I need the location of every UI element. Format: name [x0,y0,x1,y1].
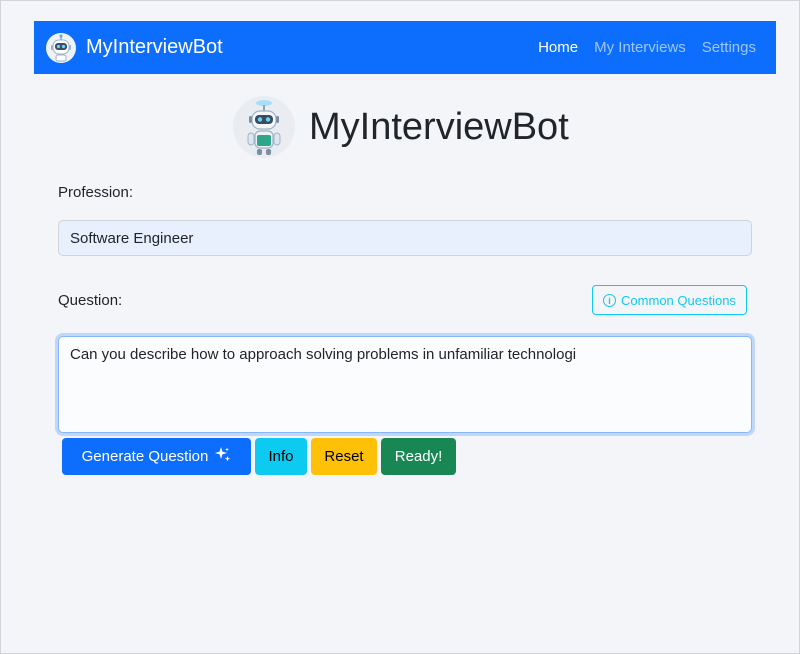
hero-header: MyInterviewBot [233,96,569,158]
generate-question-label: Generate Question [81,448,209,465]
question-textarea[interactable]: Can you describe how to approach solving… [58,336,752,433]
nav-settings[interactable]: Settings [702,39,756,56]
generate-question-button[interactable]: Generate Question [62,438,251,475]
nav-my-interviews[interactable]: My Interviews [594,39,686,56]
common-questions-button[interactable]: i Common Questions [592,285,747,315]
robot-icon [233,96,295,158]
action-buttons: Generate Question Info Reset Ready! [62,438,456,475]
nav-home[interactable]: Home [538,39,578,56]
question-label: Question: [58,292,123,309]
nav-links: Home My Interviews Settings [538,39,756,56]
info-icon: i [603,293,617,307]
robot-icon [46,32,76,63]
profession-label: Profession: [58,184,134,201]
info-button[interactable]: Info [255,438,307,475]
common-questions-label: Common Questions [621,292,736,308]
brand[interactable]: MyInterviewBot [46,32,223,63]
top-navbar: MyInterviewBot Home My Interviews Settin… [34,21,776,74]
ready-button[interactable]: Ready! [381,438,456,475]
page-title: MyInterviewBot [309,105,569,148]
reset-button[interactable]: Reset [311,438,377,475]
brand-name: MyInterviewBot [86,36,223,58]
sparkles-icon [214,446,231,467]
profession-input[interactable] [58,220,752,256]
